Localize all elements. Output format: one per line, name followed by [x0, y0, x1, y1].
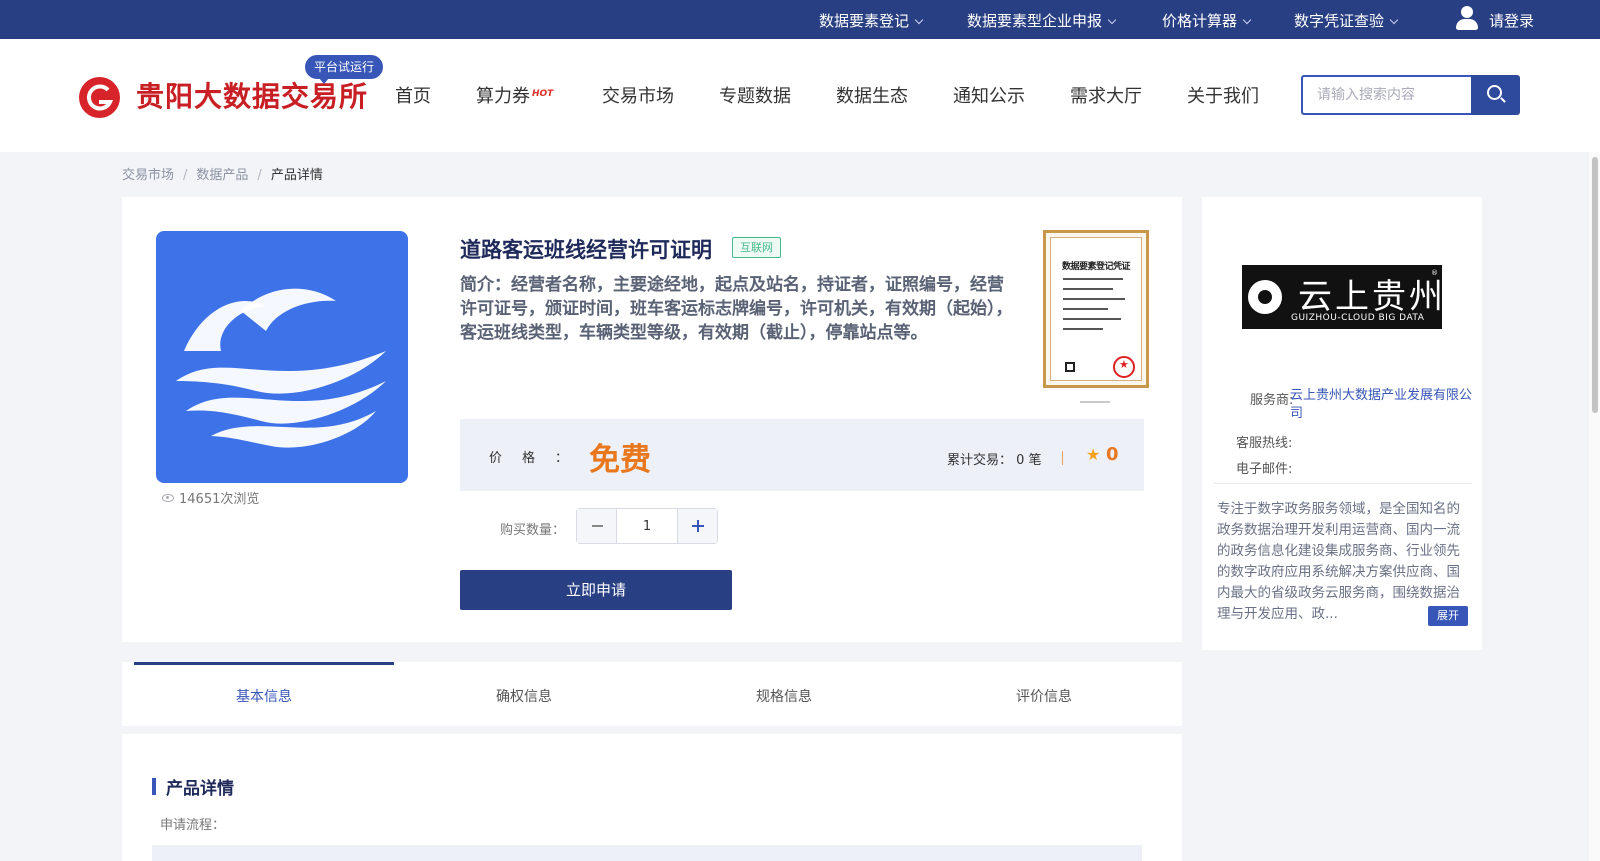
top-menu-label: 数据要素登记 [819, 12, 910, 30]
trade-divider [1062, 451, 1063, 465]
nav-compute-voucher[interactable]: 算力券 [476, 82, 530, 108]
top-menu-enterprise-declaration[interactable]: 数据要素型企业申报 [967, 10, 1117, 31]
chevron-down-icon [1242, 15, 1252, 25]
chevron-down-icon [1107, 15, 1117, 25]
provider-logo-mark [1248, 280, 1282, 314]
product-title: 道路客运班线经营许可证明 [460, 238, 712, 262]
user-icon[interactable] [1455, 6, 1479, 32]
price-value: 免费 [589, 442, 651, 478]
exchange-logo-icon[interactable] [79, 77, 120, 118]
nav-about-us[interactable]: 关于我们 [1187, 82, 1259, 108]
certificate-line [1063, 278, 1123, 280]
official-seal-icon [1113, 356, 1135, 378]
view-count: 14651次浏览 [162, 488, 259, 507]
tab-reviews[interactable]: 评价信息 [914, 662, 1174, 726]
login-link[interactable]: 请登录 [1489, 10, 1534, 31]
nav-topic-data[interactable]: 专题数据 [719, 82, 791, 108]
registered-mark: ® [1431, 269, 1438, 277]
product-description: 简介：经营者名称，主要途经地，起点及站名，持证者，证照编号，经营许可证号，颁证时… [460, 275, 1013, 343]
provider-logo-cn: 云上贵州 [1298, 277, 1442, 317]
detail-title: 产品详情 [166, 779, 234, 799]
nav-demand-hall[interactable]: 需求大厅 [1070, 82, 1142, 108]
wave-logo-icon [176, 288, 386, 448]
provider-logo-en: GUIZHOU-CLOUD BIG DATA [1291, 313, 1425, 323]
chevron-down-icon [1389, 15, 1399, 25]
search-input[interactable] [1301, 75, 1471, 115]
breadcrumb: 交易市场 / 数据产品 / 产品详情 [122, 164, 323, 183]
qr-code-icon [1065, 362, 1075, 372]
star-icon: ★ [1086, 445, 1101, 464]
top-menu-label: 数据要素型企业申报 [967, 12, 1103, 30]
application-flow-label: 申请流程： [160, 818, 226, 833]
breadcrumb-trading-market[interactable]: 交易市场 [122, 168, 174, 183]
nav-notices[interactable]: 通知公示 [953, 82, 1025, 108]
top-menu-certificate-check[interactable]: 数字凭证查验 [1294, 10, 1399, 31]
product-category-tag: 互联网 [732, 237, 781, 258]
service-provider-label: 服务商: [1250, 393, 1294, 408]
logo-glyph [86, 84, 114, 111]
view-count-text: 14651次浏览 [179, 492, 260, 507]
certificate-line [1063, 318, 1121, 320]
top-menu-label: 数字凭证查验 [1294, 12, 1385, 30]
search-button[interactable] [1471, 75, 1520, 115]
provider-divider [1214, 483, 1472, 484]
user-icon-body [1456, 19, 1478, 30]
quantity-label: 购买数量： [500, 523, 566, 538]
service-provider-link[interactable]: 云上贵州大数据产业发展有限公司 [1290, 387, 1475, 423]
rating-score: 0 [1106, 444, 1119, 465]
top-bar: 数据要素登记 数据要素型企业申报 价格计算器 数字凭证查验 请登录 [0, 0, 1600, 39]
tab-basic-info[interactable]: 基本信息 [134, 662, 394, 726]
quantity-input[interactable] [617, 509, 677, 543]
expand-button[interactable]: 展开 [1428, 606, 1468, 626]
certificate-line [1063, 308, 1108, 310]
top-menu-price-calculator[interactable]: 价格计算器 [1162, 10, 1252, 31]
section-marker [152, 778, 156, 795]
search-icon-handle [1500, 97, 1506, 103]
trial-badge: 平台试运行 [305, 55, 384, 84]
scrollbar-thumb[interactable] [1592, 157, 1598, 413]
hotline-label: 客服热线: [1236, 436, 1293, 451]
user-icon-head [1461, 6, 1473, 18]
trade-count: 累计交易： 0 笔 [947, 449, 1042, 468]
application-flow-panel [152, 845, 1142, 861]
exchange-logo-text[interactable]: 贵阳大数据交易所 [136, 75, 368, 115]
chevron-down-icon [914, 15, 924, 25]
certificate-line [1063, 328, 1103, 330]
certificate-inner: 数据要素登记凭证 [1050, 237, 1142, 381]
nav-trading-market[interactable]: 交易市场 [602, 82, 674, 108]
quantity-stepper [576, 508, 718, 544]
increase-button[interactable] [677, 509, 717, 543]
breadcrumb-data-products[interactable]: 数据产品 [196, 168, 248, 183]
nav-data-ecosystem[interactable]: 数据生态 [836, 82, 908, 108]
trade-count-value: 0 笔 [1016, 453, 1042, 468]
certificate-line [1063, 288, 1113, 290]
certificate-title: 数据要素登记凭证 [1061, 262, 1131, 272]
product-image [156, 231, 408, 483]
tab-spec-info[interactable]: 规格信息 [654, 662, 914, 726]
registration-certificate[interactable]: 数据要素登记凭证 [1043, 230, 1149, 388]
top-menu-label: 价格计算器 [1162, 12, 1238, 30]
breadcrumb-current: 产品详情 [270, 168, 323, 183]
certificate-carousel-indicator[interactable] [1080, 401, 1110, 403]
price-label: 价格： [489, 451, 589, 466]
apply-now-button[interactable]: 立即申请 [460, 570, 732, 610]
breadcrumb-separator: / [257, 168, 262, 183]
certificate-line [1063, 298, 1125, 300]
provider-logo: 云上贵州 GUIZHOU-CLOUD BIG DATA ® [1242, 265, 1442, 329]
detail-section [122, 734, 1182, 861]
eye-icon [162, 494, 174, 502]
hot-badge: HOT [532, 89, 554, 99]
top-menu-data-registration[interactable]: 数据要素登记 [819, 10, 924, 31]
tab-rights-info[interactable]: 确权信息 [394, 662, 654, 726]
breadcrumb-separator: / [183, 168, 188, 183]
decrease-button[interactable] [577, 509, 617, 543]
trade-count-label: 累计交易： [947, 453, 1013, 468]
email-label: 电子邮件: [1236, 462, 1293, 477]
nav-home[interactable]: 首页 [395, 82, 431, 108]
main-header: 贵阳大数据交易所 平台试运行 首页 算力券 HOT 交易市场 专题数据 数据生态… [0, 39, 1600, 152]
